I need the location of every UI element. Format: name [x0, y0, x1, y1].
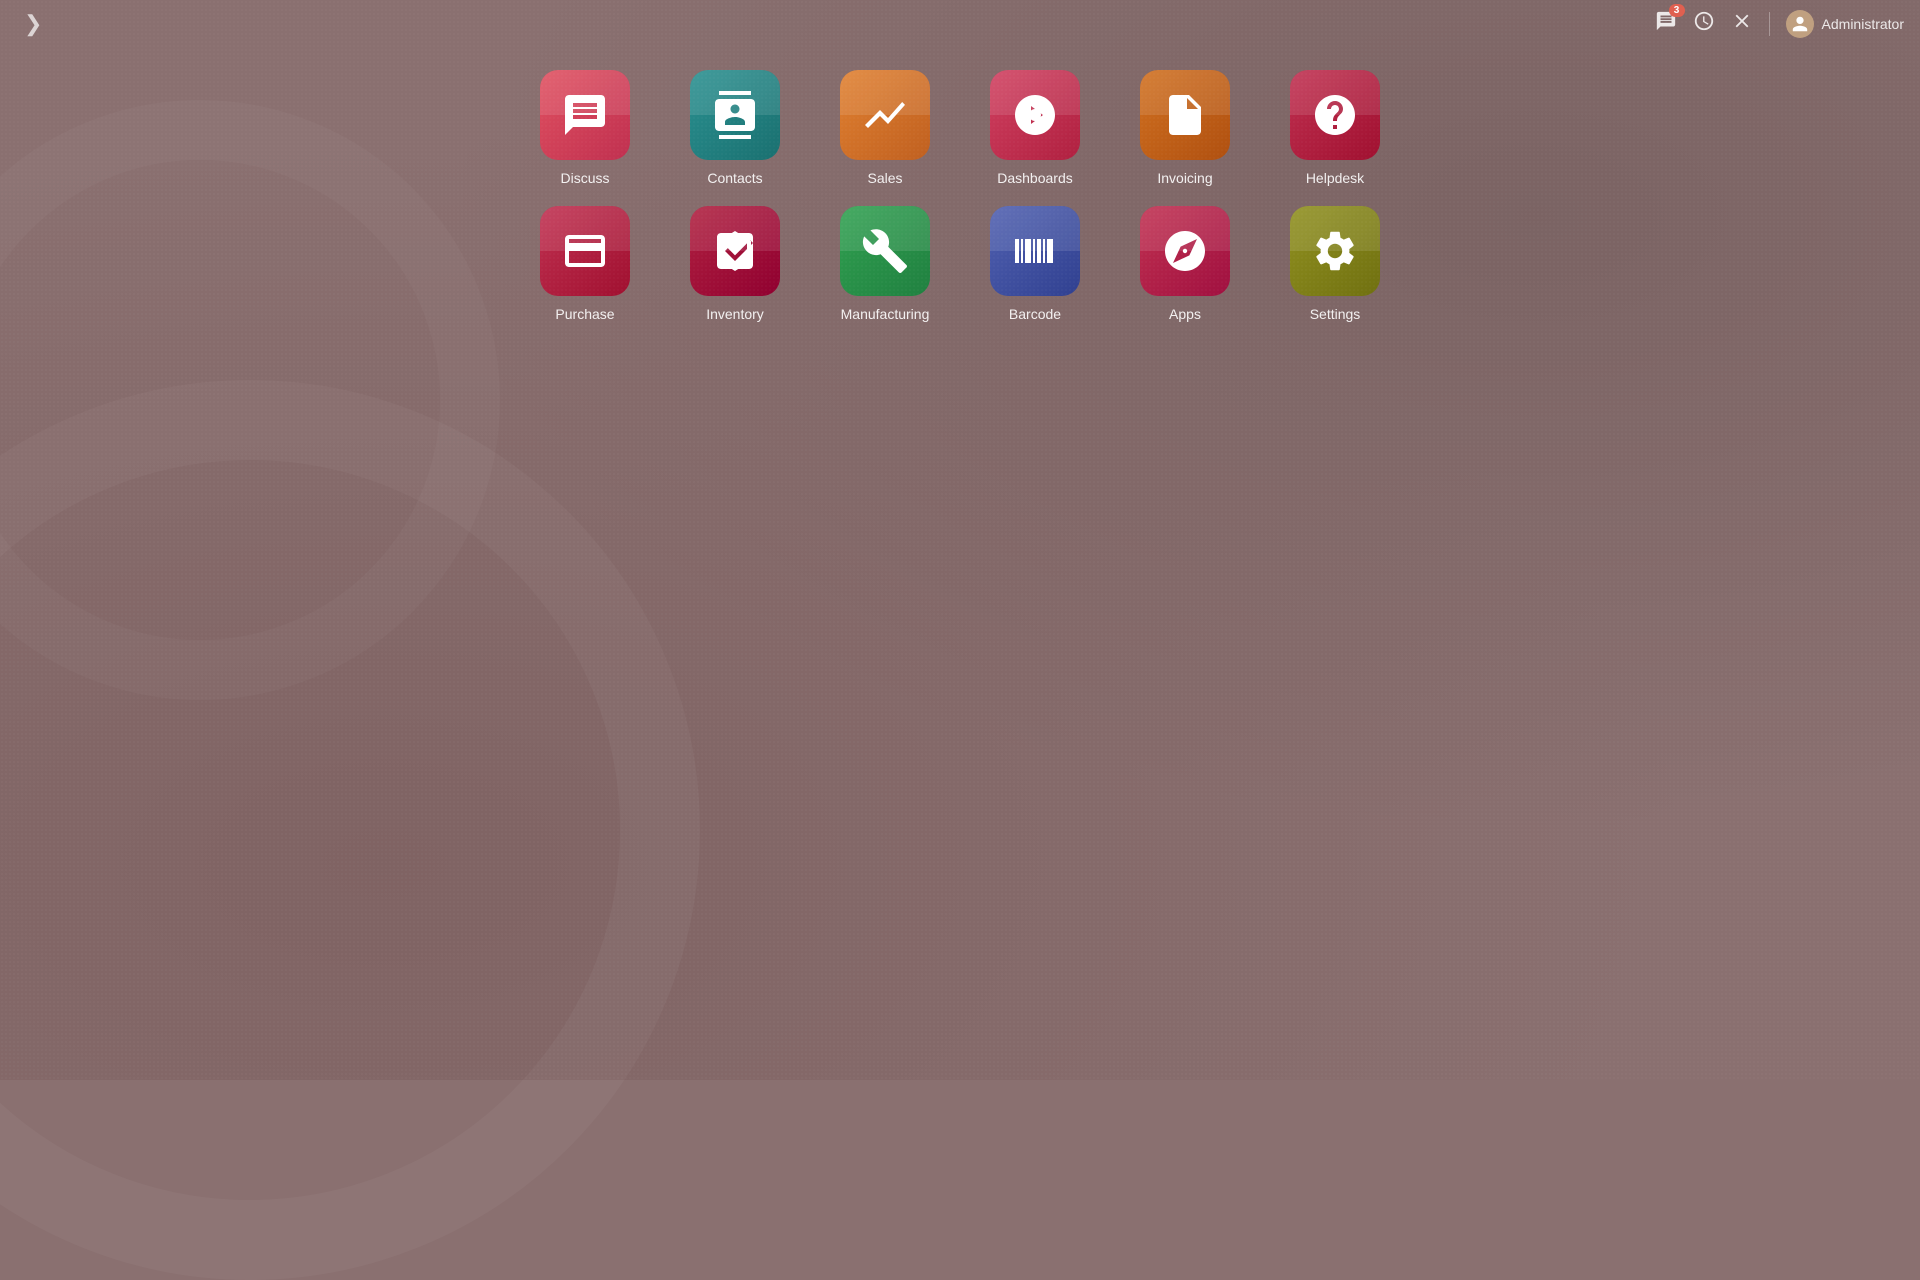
sales-icon	[840, 70, 930, 160]
apps-icon	[1140, 206, 1230, 296]
discuss-icon	[540, 70, 630, 160]
app-discuss[interactable]: Discuss	[515, 70, 655, 186]
app-purchase[interactable]: Purchase	[515, 206, 655, 322]
topbar-right: 3 Administrator	[1655, 10, 1904, 38]
settings-icon	[1290, 206, 1380, 296]
discuss-label: Discuss	[560, 170, 609, 186]
apps-label: Apps	[1169, 306, 1201, 322]
manufacturing-label: Manufacturing	[841, 306, 930, 322]
app-contacts[interactable]: Contacts	[665, 70, 805, 186]
contacts-icon	[690, 70, 780, 160]
avatar	[1786, 10, 1814, 38]
app-apps[interactable]: Apps	[1115, 206, 1255, 322]
inventory-icon	[690, 206, 780, 296]
app-sales[interactable]: Sales	[815, 70, 955, 186]
app-invoicing[interactable]: Invoicing	[1115, 70, 1255, 186]
app-helpdesk[interactable]: Helpdesk	[1265, 70, 1405, 186]
app-inventory[interactable]: Inventory	[665, 206, 805, 322]
dashboards-icon	[990, 70, 1080, 160]
helpdesk-label: Helpdesk	[1306, 170, 1364, 186]
dashboards-label: Dashboards	[997, 170, 1073, 186]
inventory-label: Inventory	[706, 306, 764, 322]
manufacturing-icon	[840, 206, 930, 296]
purchase-icon	[540, 206, 630, 296]
admin-label: Administrator	[1822, 16, 1904, 32]
topbar: ❯ 3 Ad	[0, 0, 1920, 48]
app-dashboards[interactable]: Dashboards	[965, 70, 1105, 186]
topbar-divider	[1769, 12, 1770, 36]
messages-button[interactable]: 3	[1655, 10, 1677, 38]
app-settings[interactable]: Settings	[1265, 206, 1405, 322]
app-barcode[interactable]: Barcode	[965, 206, 1105, 322]
sales-label: Sales	[867, 170, 902, 186]
topbar-left: ❯	[16, 7, 50, 41]
bg-decoration-1	[0, 380, 700, 1280]
purchase-label: Purchase	[555, 306, 614, 322]
invoicing-icon	[1140, 70, 1230, 160]
settings-label: Settings	[1310, 306, 1361, 322]
barcode-icon	[990, 206, 1080, 296]
helpdesk-icon	[1290, 70, 1380, 160]
barcode-label: Barcode	[1009, 306, 1061, 322]
app-grid: Discuss Contacts Sales Dashboards	[515, 70, 1405, 322]
bg-decoration-2	[0, 100, 500, 700]
close-button[interactable]	[1731, 10, 1753, 38]
nav-forward-arrow[interactable]: ❯	[16, 7, 50, 41]
app-manufacturing[interactable]: Manufacturing	[815, 206, 955, 322]
invoicing-label: Invoicing	[1157, 170, 1212, 186]
clock-button[interactable]	[1693, 10, 1715, 38]
admin-menu[interactable]: Administrator	[1786, 10, 1904, 38]
contacts-label: Contacts	[707, 170, 762, 186]
messages-badge: 3	[1669, 4, 1685, 17]
